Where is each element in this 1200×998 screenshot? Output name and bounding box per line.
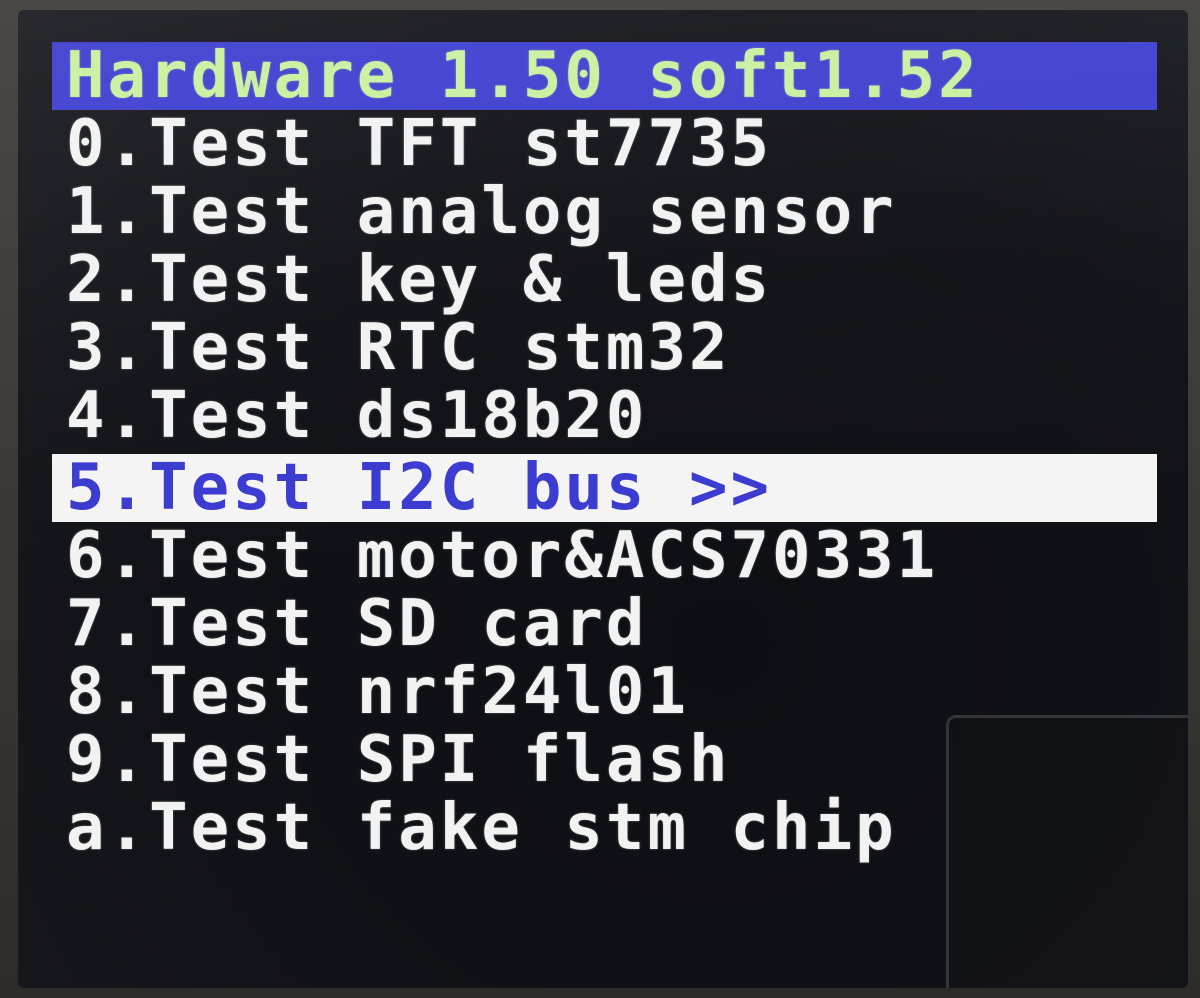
menu-item-4[interactable]: 4.Test ds18b20 — [52, 382, 1157, 450]
menu-item-3[interactable]: 3.Test RTC stm32 — [52, 314, 1157, 382]
menu-item-1[interactable]: 1.Test analog sensor — [52, 178, 1157, 246]
menu-item-2[interactable]: 2.Test key & leds — [52, 246, 1157, 314]
header-title: Hardware 1.50 soft1.52 — [52, 42, 1157, 110]
menu-item-7[interactable]: 7.Test SD card — [52, 590, 1157, 658]
menu-item-6[interactable]: 6.Test motor&ACS70331 — [52, 522, 1157, 590]
tft-screen: Hardware 1.50 soft1.52 0.Test TFT st7735… — [18, 10, 1188, 988]
menu-item-5-selected[interactable]: 5.Test I2C bus >> — [52, 454, 1157, 522]
screen-reflection — [946, 715, 1188, 988]
menu-item-0[interactable]: 0.Test TFT st7735 — [52, 110, 1157, 178]
